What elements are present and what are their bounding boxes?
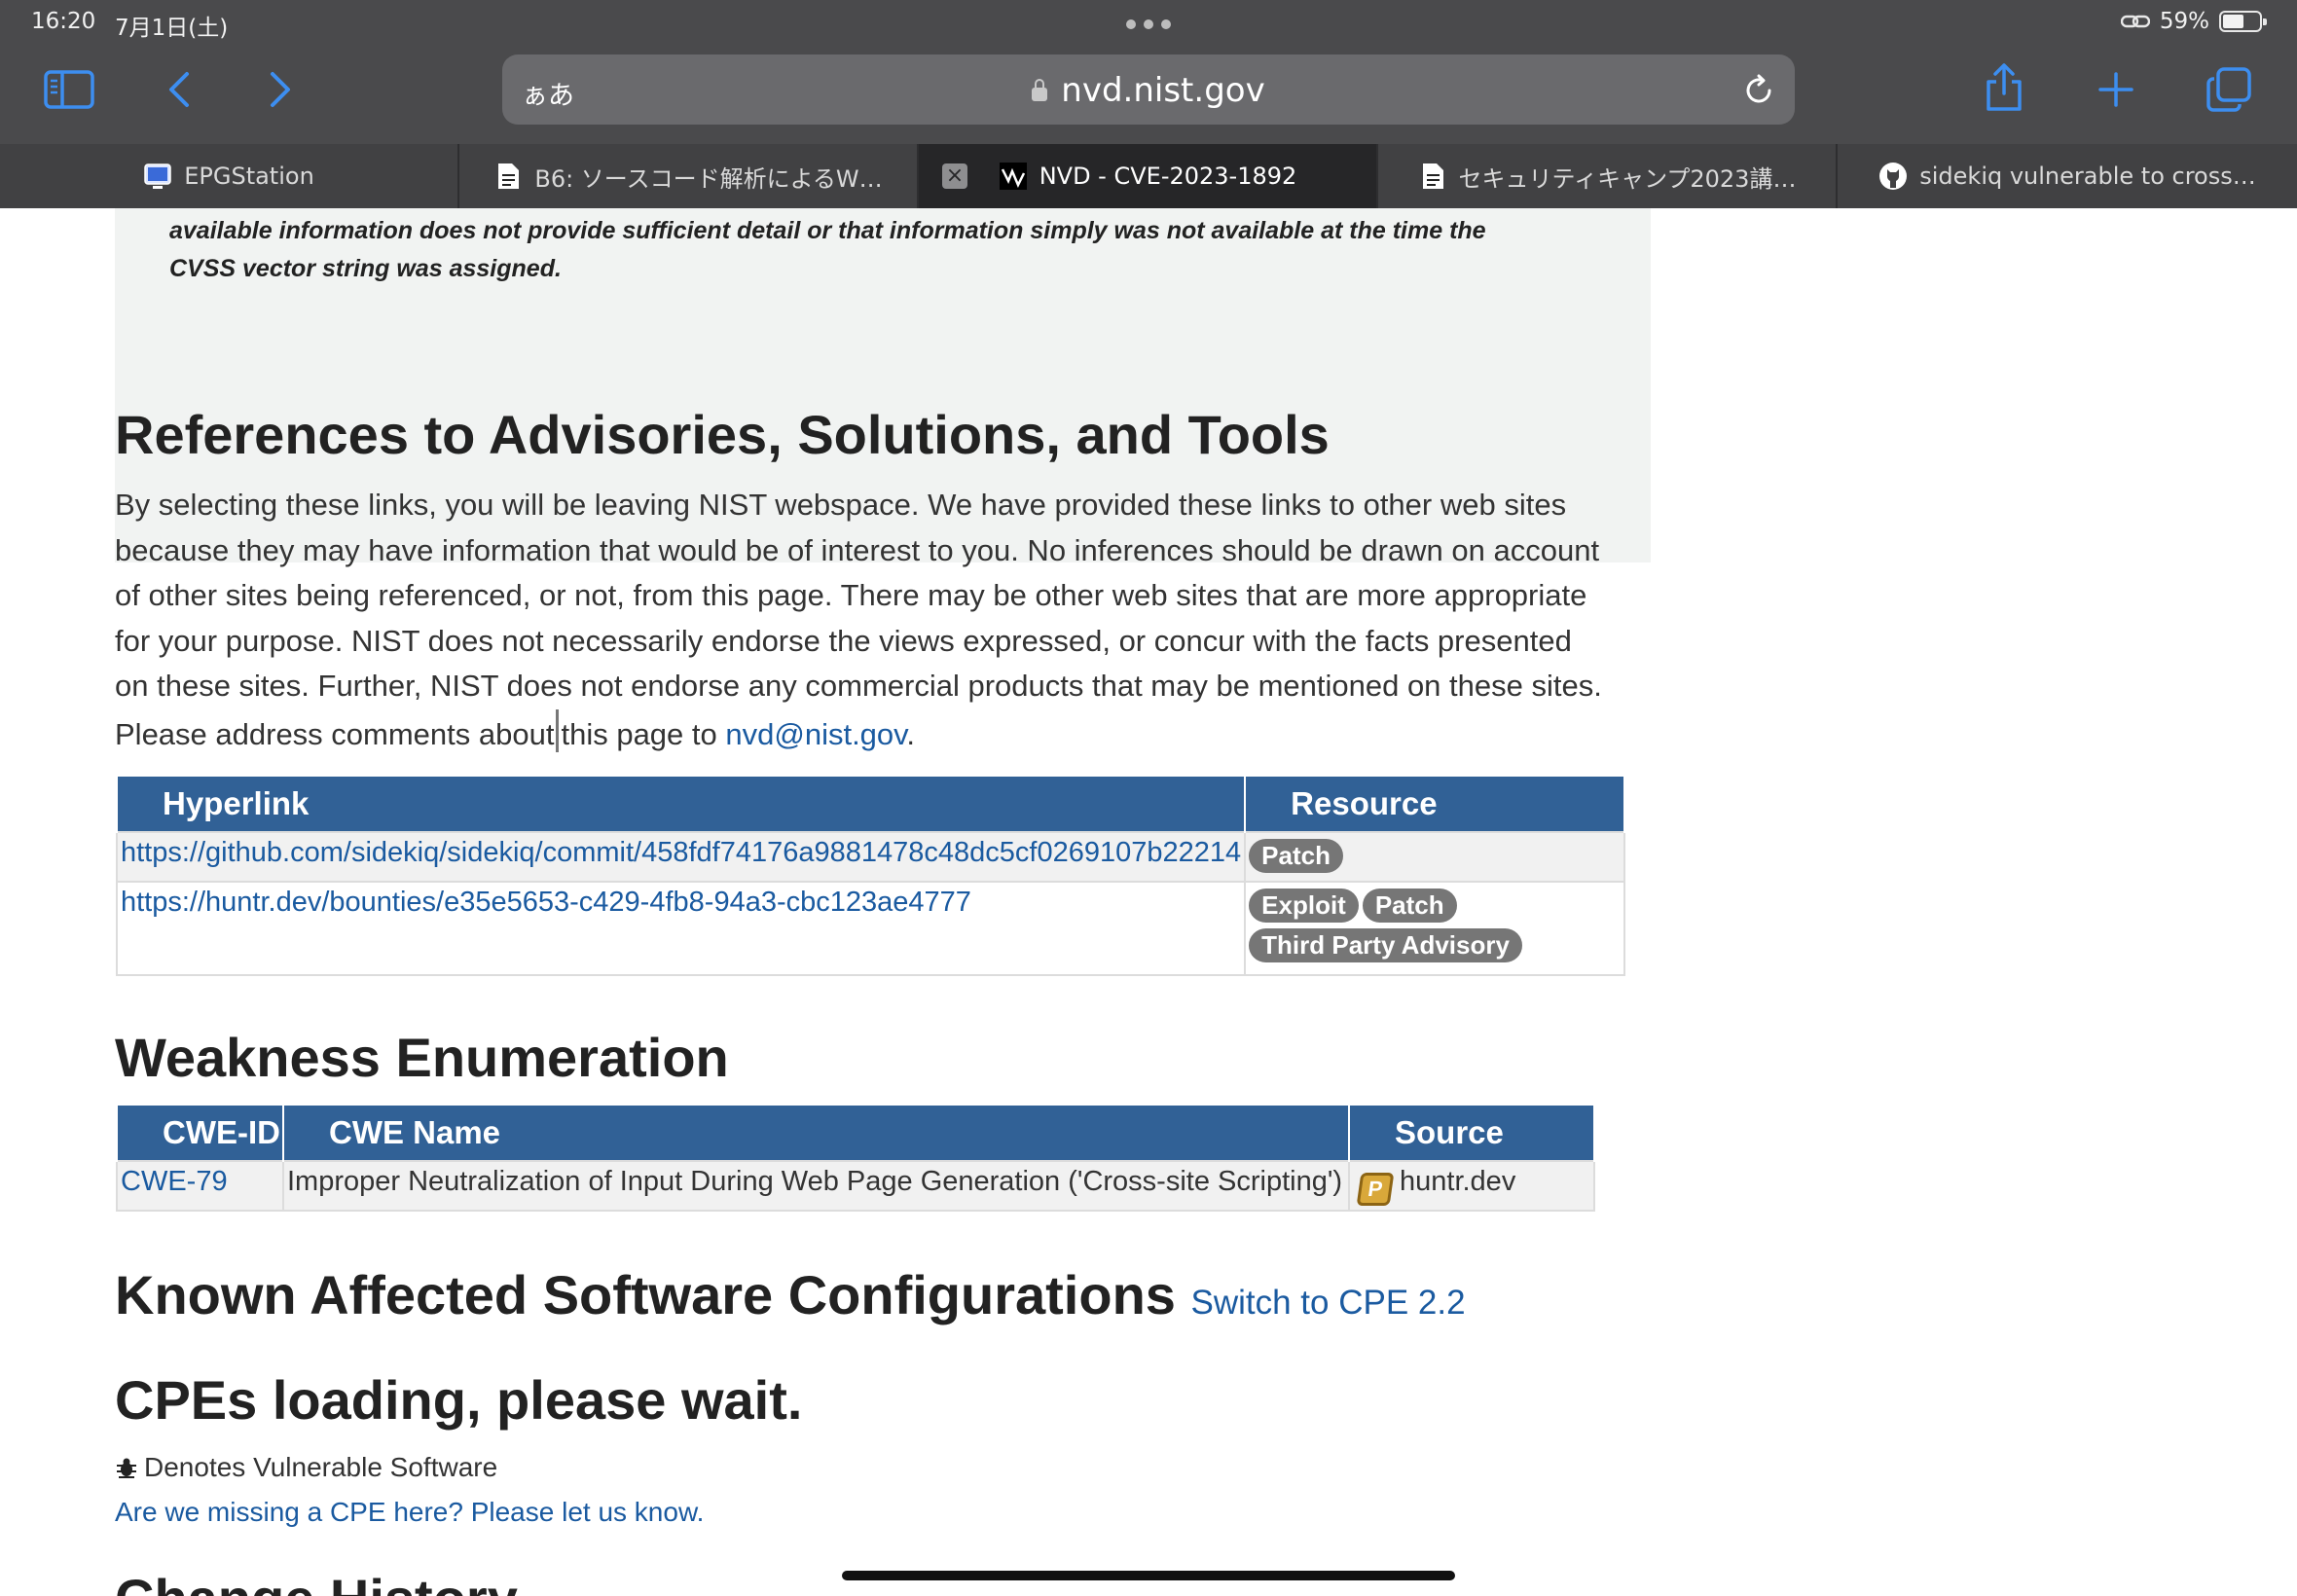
tag-patch: Patch — [1362, 889, 1457, 923]
close-tab-icon[interactable]: × — [942, 163, 967, 189]
col-hyperlink[interactable]: Hyperlink — [115, 775, 1247, 832]
disclaimer-text: By selecting these links, you will be le… — [115, 488, 1602, 751]
source-badge-icon: P — [1356, 1173, 1395, 1206]
tab-nvd-active[interactable]: × NVD - CVE-2023-1892 — [919, 144, 1378, 208]
cwe-id-link[interactable]: CWE-79 — [121, 1166, 228, 1197]
table-row: CWE-79 Improper Neutralization of Input … — [116, 1160, 1595, 1212]
cpe-loading-heading: CPEs loading, please wait. — [115, 1369, 803, 1431]
configs-heading: Known Affected Software Configurations S… — [115, 1263, 1466, 1326]
change-history-heading: Change History — [115, 1567, 518, 1596]
tab-overview-icon[interactable] — [2204, 64, 2254, 115]
weakness-heading: Weakness Enumeration — [115, 1027, 729, 1088]
col-source[interactable]: Source — [1348, 1104, 1595, 1161]
address-host[interactable]: nvd.nist.gov — [502, 71, 1795, 110]
nvd-icon — [999, 163, 1027, 190]
tab-title: セキュリティキャンプ2023講… — [1458, 164, 1797, 193]
status-right: 59% — [2120, 9, 2267, 34]
tab-security-camp[interactable]: セキュリティキャンプ2023講… — [1378, 144, 1838, 208]
resource-tags: Patch — [1244, 831, 1626, 883]
resource-tags: Exploit Patch Third Party Advisory — [1244, 881, 1626, 976]
tab-title: sidekiq vulnerable to cross… — [1919, 163, 2256, 190]
disclaimer-text-2: this page to — [561, 716, 726, 751]
new-tab-icon[interactable] — [2095, 66, 2137, 113]
tv-app-icon — [144, 163, 171, 189]
text-cursor — [556, 708, 560, 752]
vulnerable-legend-text: Denotes Vulnerable Software — [144, 1452, 498, 1482]
cvss-note-text: available information does not provide s… — [169, 217, 1486, 282]
configs-heading-text: Known Affected Software Configurations — [115, 1264, 1176, 1325]
references-heading: References to Advisories, Solutions, and… — [115, 404, 1330, 465]
vulnerable-legend: Denotes Vulnerable Software — [115, 1452, 497, 1483]
cwe-source: Phuntr.dev — [1348, 1160, 1595, 1212]
tab-title: B6: ソースコード解析によるW… — [534, 164, 883, 193]
col-cwe-name[interactable]: CWE Name — [282, 1104, 1350, 1161]
tag-third-party-advisory: Third Party Advisory — [1249, 928, 1522, 962]
reference-link[interactable]: https://huntr.dev/bounties/e35e5653-c429… — [121, 887, 971, 918]
tab-strip: EPGStation B6: ソースコード解析によるW… × NVD - CVE… — [0, 144, 2297, 208]
share-icon[interactable] — [1980, 60, 2028, 115]
status-date: 7月1日(土) — [115, 16, 229, 41]
col-cwe-id[interactable]: CWE-ID — [116, 1104, 284, 1161]
table-row: https://huntr.dev/bounties/e35e5653-c429… — [115, 881, 1626, 976]
web-page: available information does not provide s… — [0, 208, 2297, 1596]
missing-cpe-link[interactable]: Are we missing a CPE here? Please let us… — [115, 1497, 704, 1528]
source-name: huntr.dev — [1400, 1166, 1516, 1197]
status-time: 16:20 — [31, 9, 96, 34]
browser-toolbar: ぁあ nvd.nist.gov — [0, 47, 2297, 144]
tag-exploit: Exploit — [1249, 889, 1359, 923]
host-text: nvd.nist.gov — [1061, 71, 1265, 110]
disclaimer-period: . — [906, 716, 915, 751]
status-bar: 16:20 7月1日(土) 59% — [0, 0, 2297, 47]
document-icon — [498, 163, 520, 189]
references-table: Hyperlink Resource https://github.com/si… — [115, 775, 1626, 976]
sidebar-icon[interactable] — [43, 66, 95, 113]
bug-icon — [117, 1458, 136, 1478]
tab-b6-source-code[interactable]: B6: ソースコード解析によるW… — [459, 144, 919, 208]
reference-link[interactable]: https://github.com/sidekiq/sidekiq/commi… — [121, 837, 1241, 868]
battery-percent: 59% — [2159, 9, 2209, 34]
references-disclaimer: By selecting these links, you will be le… — [115, 483, 1604, 758]
tag-patch: Patch — [1249, 839, 1343, 873]
multitasking-dots-icon[interactable] — [1126, 19, 1171, 29]
battery-icon — [2219, 11, 2267, 32]
github-icon — [1879, 163, 1908, 190]
col-resource[interactable]: Resource — [1244, 775, 1626, 832]
tab-title: EPGStation — [184, 163, 314, 190]
address-bar[interactable]: ぁあ nvd.nist.gov — [502, 54, 1795, 125]
document-icon — [1422, 163, 1443, 189]
cwe-name: Improper Neutralization of Input During … — [282, 1160, 1350, 1212]
forward-icon[interactable] — [261, 66, 300, 113]
lock-icon — [1032, 79, 1048, 101]
home-indicator[interactable] — [842, 1571, 1455, 1580]
tab-title: NVD - CVE-2023-1892 — [1039, 163, 1297, 190]
tab-sidekiq-github[interactable]: sidekiq vulnerable to cross… — [1838, 144, 2297, 208]
table-row: https://github.com/sidekiq/sidekiq/commi… — [115, 831, 1626, 883]
weakness-table: CWE-ID CWE Name Source CWE-79 Improper N… — [116, 1104, 1595, 1212]
back-icon[interactable] — [160, 66, 199, 113]
link-icon — [2120, 15, 2150, 28]
switch-cpe-link[interactable]: Switch to CPE 2.2 — [1190, 1284, 1465, 1322]
tab-epgstation[interactable]: EPGStation — [0, 144, 459, 208]
contact-email-link[interactable]: nvd@nist.gov — [725, 717, 906, 751]
reload-icon[interactable] — [1742, 74, 1775, 112]
